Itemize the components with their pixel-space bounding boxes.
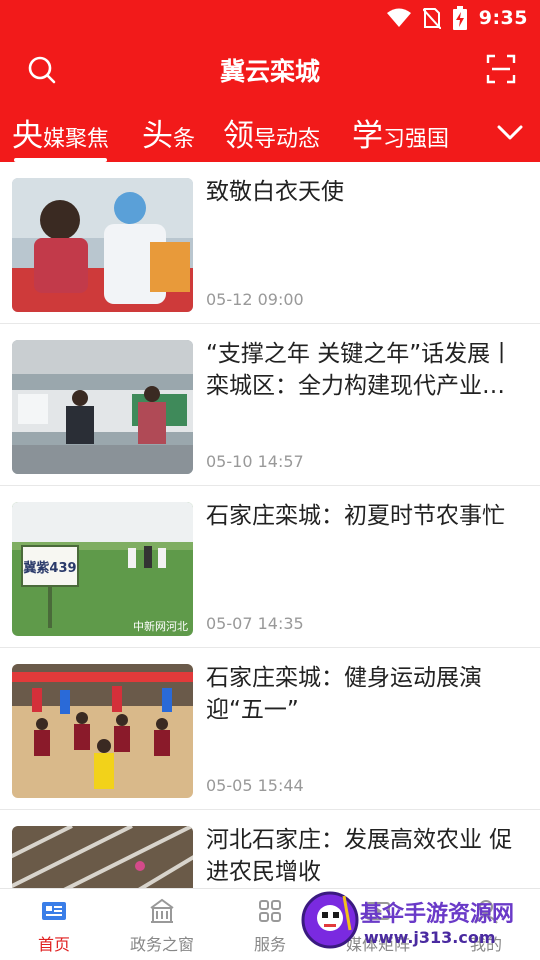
government-building-icon	[150, 898, 174, 923]
news-item[interactable]: “支撑之年 关键之年”话发展丨栾城区：全力构建现代产业… 05-10 14:57	[0, 324, 540, 486]
battery-charging-icon	[452, 6, 467, 30]
tab-toutiao-big: 头	[142, 118, 173, 154]
tab-yangmei-small: 媒聚焦	[43, 127, 110, 152]
news-thumbnail	[12, 826, 193, 888]
tab-yangmei[interactable]: 央媒聚焦	[12, 110, 109, 162]
news-title: 致敬白衣天使	[206, 179, 344, 205]
watermark-title: 基伞手游资源网	[360, 902, 515, 927]
category-tabs: 央媒聚焦 头条 领导动态 学习强国	[0, 110, 540, 162]
news-thumbnail: 冀紫439 中新网河北	[12, 502, 193, 636]
top-header: 9:35 冀云栾城 央媒聚焦 头条 领导动态 学习强国	[0, 0, 540, 162]
news-date: 05-10 14:57	[206, 452, 304, 471]
news-list: 致敬白衣天使 05-12 09:00 “支撑之年 关键之年”话发展丨栾城区：全力…	[0, 162, 540, 888]
thumb-sign-text: 冀紫439	[23, 560, 76, 576]
news-thumbnail	[12, 664, 193, 798]
app-title: 冀云栾城	[219, 57, 320, 86]
status-time: 9:35	[478, 7, 528, 29]
tab-xuexi-small: 习强国	[383, 127, 450, 152]
news-title: 石家庄栾城：健身运动展演迎“五一”	[206, 665, 482, 723]
news-item[interactable]: 致敬白衣天使 05-12 09:00	[0, 162, 540, 324]
status-bar: 9:35	[0, 0, 540, 36]
tab-toutiao[interactable]: 头条	[142, 110, 195, 162]
nav-government-label: 政务之窗	[129, 935, 194, 954]
watermark-url: www.j313.com	[364, 928, 496, 947]
news-title: “支撑之年 关键之年”话发展丨栾城区：全力构建现代产业…	[206, 341, 514, 399]
news-thumbnail	[12, 178, 193, 312]
site-watermark: 基伞手游资源网 www.j313.com	[298, 884, 540, 960]
thumb-watermark-text: 中新网河北	[133, 619, 188, 633]
nav-home-label: 首页	[37, 935, 70, 954]
news-thumbnail	[12, 340, 193, 474]
news-item[interactable]: 石家庄栾城：健身运动展演迎“五一” 05-05 15:44	[0, 648, 540, 810]
news-item[interactable]: 河北石家庄：发展高效农业 促进农民增收	[0, 810, 540, 888]
nav-home[interactable]: 首页	[0, 889, 108, 960]
chevron-down-icon[interactable]	[496, 118, 524, 146]
scan-icon[interactable]	[486, 54, 516, 84]
wifi-icon	[386, 8, 411, 27]
news-date: 05-07 14:35	[206, 614, 304, 633]
news-title: 石家庄栾城：初夏时节农事忙	[206, 503, 505, 529]
nav-government[interactable]: 政务之窗	[108, 889, 216, 960]
tab-xuexi[interactable]: 学习强国	[352, 110, 449, 162]
tab-xuexi-big: 学	[352, 118, 383, 154]
tab-toutiao-small: 条	[173, 127, 196, 152]
tab-lingdao[interactable]: 领导动态	[223, 110, 320, 162]
news-item[interactable]: 冀紫439 中新网河北 石家庄栾城：初夏时节农事忙 05-07 14:35	[0, 486, 540, 648]
no-sim-icon	[422, 8, 441, 29]
grid-services-icon	[259, 900, 281, 922]
news-title: 河北石家庄：发展高效农业 促进农民增收	[206, 827, 513, 885]
news-date: 05-12 09:00	[206, 290, 304, 309]
tab-lingdao-small: 导动态	[254, 127, 321, 152]
home-news-icon	[42, 902, 66, 920]
watermark-mascot-logo	[301, 891, 359, 949]
news-date: 05-05 15:44	[206, 776, 304, 795]
tab-yangmei-big: 央	[12, 118, 43, 154]
title-bar: 冀云栾城	[0, 40, 540, 100]
tab-lingdao-big: 领	[223, 118, 254, 154]
